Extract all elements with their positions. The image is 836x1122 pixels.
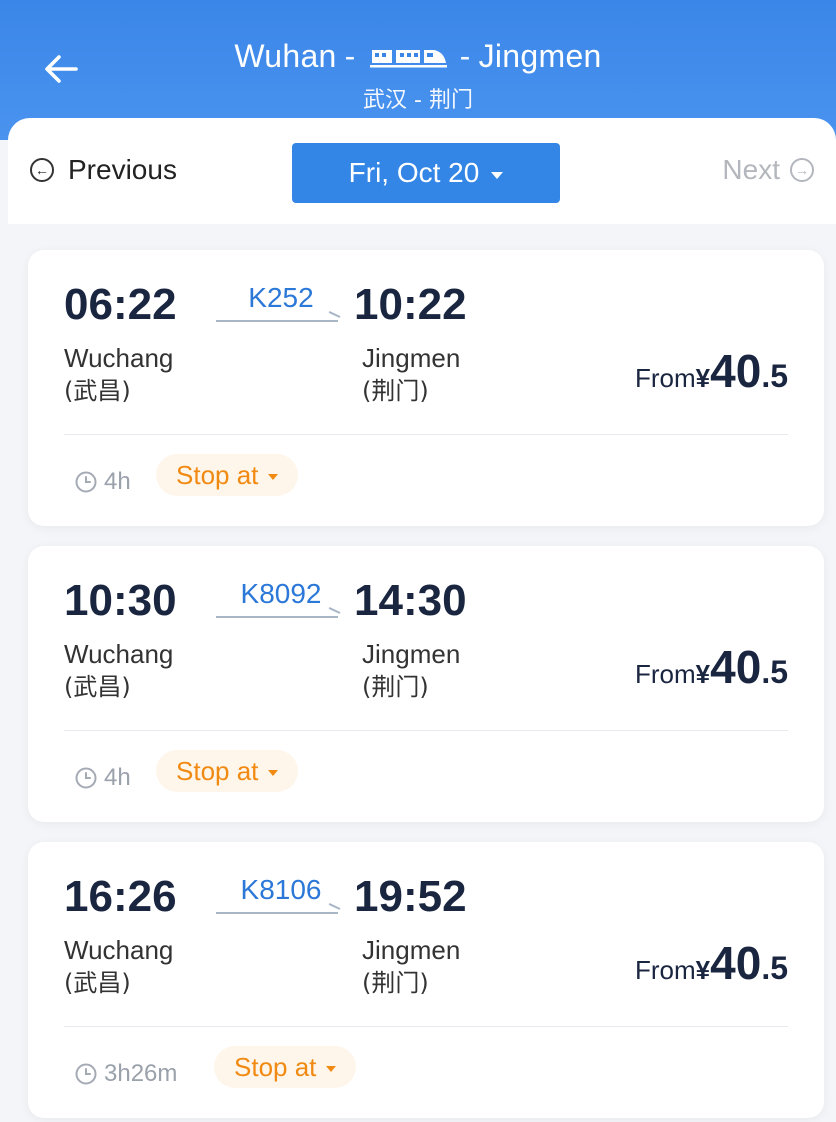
caret-down-icon [491,171,504,179]
arrival-station-cn: (荆门) [362,377,429,405]
arrival-station-cn: (荆门) [362,673,429,701]
route-arrow [216,616,338,618]
departure-station-cn: (武昌) [64,377,131,405]
stop-at-label: Stop at [176,459,259,490]
stop-at-button[interactable]: Stop at [156,454,299,496]
date-picker-button[interactable]: Fri, Oct 20 [292,143,560,203]
arrival-station: Jingmen (荆门) [362,342,460,408]
price-integer: 40 [710,641,762,693]
price-from-label: From [635,955,696,985]
departure-station-cn: (武昌) [64,969,131,997]
departure-station: Wuchang (武昌) [64,934,173,1000]
date-navigation: ← Previous Fri, Oct 20 Next → [8,118,836,224]
divider [64,1026,788,1027]
departure-time: 10:30 [64,576,177,625]
title-dash-2: - [459,37,471,74]
clock-icon [75,1063,97,1085]
departure-station: Wuchang (武昌) [64,638,173,704]
duration: 3h26m [74,1060,177,1088]
route-title: Wuhan - - Jingmen 武汉 - 荆门 [0,36,836,114]
departure-time: 16:26 [64,872,177,921]
price: From ¥ 40 .5 [635,936,788,990]
departure-station-name: Wuchang [64,343,174,373]
arrival-station-name: Jingmen [362,639,461,669]
price: From ¥ 40 .5 [635,640,788,694]
duration: 4h [74,764,131,792]
arrival-station: Jingmen (荆门) [362,934,460,1000]
price-integer: 40 [710,345,762,397]
stop-at-button[interactable]: Stop at [214,1046,357,1088]
to-city: Jingmen [478,37,602,74]
arrival-station-name: Jingmen [362,343,461,373]
date-label: Fri, Oct 20 [348,157,480,188]
route-subtitle: 武汉 - 荆门 [363,88,473,113]
price: From ¥ 40 .5 [635,344,788,398]
arrival-station-name: Jingmen [362,935,461,965]
arrival-station-cn: (荆门) [362,969,429,997]
duration-text: 4h [104,468,131,495]
caret-down-icon [268,474,279,480]
arrival-time: 19:52 [354,872,467,921]
title-dash: - [344,37,356,74]
price-decimal: .5 [761,654,788,690]
departure-station-name: Wuchang [64,935,174,965]
next-label: Next [722,154,780,185]
arrow-left-circle-icon: ← [30,158,54,182]
stop-at-button[interactable]: Stop at [156,750,299,792]
caret-down-icon [326,1066,337,1072]
departure-time: 06:22 [64,280,177,329]
previous-label: Previous [68,154,177,185]
departure-station-name: Wuchang [64,639,174,669]
arrow-right-circle-icon: → [790,158,814,182]
departure-station: Wuchang (武昌) [64,342,173,408]
currency-symbol: ¥ [695,955,711,985]
arrival-time: 14:30 [354,576,467,625]
price-decimal: .5 [761,358,788,394]
train-card[interactable]: 16:26 K8106 19:52 Wuchang (武昌) Jingmen (… [28,842,824,1118]
train-number[interactable]: K8092 [218,578,344,610]
price-from-label: From [635,659,696,689]
price-integer: 40 [710,937,762,989]
divider [64,434,788,435]
currency-symbol: ¥ [695,363,711,393]
from-city: Wuhan [234,37,337,74]
clock-icon [75,471,97,493]
train-icon [369,50,447,68]
duration-text: 3h26m [104,1060,178,1087]
route-arrow [216,320,338,322]
stop-at-label: Stop at [176,755,259,786]
arrival-station: Jingmen (荆门) [362,638,460,704]
train-card[interactable]: 06:22 K252 10:22 Wuchang (武昌) Jingmen (荆… [28,250,824,526]
price-from-label: From [635,363,696,393]
currency-symbol: ¥ [695,659,711,689]
train-number[interactable]: K252 [218,282,344,314]
price-decimal: .5 [761,950,788,986]
train-number[interactable]: K8106 [218,874,344,906]
arrival-time: 10:22 [354,280,467,329]
duration: 4h [74,468,131,496]
train-card[interactable]: 10:30 K8092 14:30 Wuchang (武昌) Jingmen (… [28,546,824,822]
divider [64,730,788,731]
caret-down-icon [268,770,279,776]
route-arrow [216,912,338,914]
departure-station-cn: (武昌) [64,673,131,701]
stop-at-label: Stop at [234,1051,317,1082]
next-day-button[interactable]: Next → [722,154,814,186]
duration-text: 4h [104,764,131,791]
clock-icon [75,767,97,789]
previous-day-button[interactable]: ← Previous [30,154,177,186]
